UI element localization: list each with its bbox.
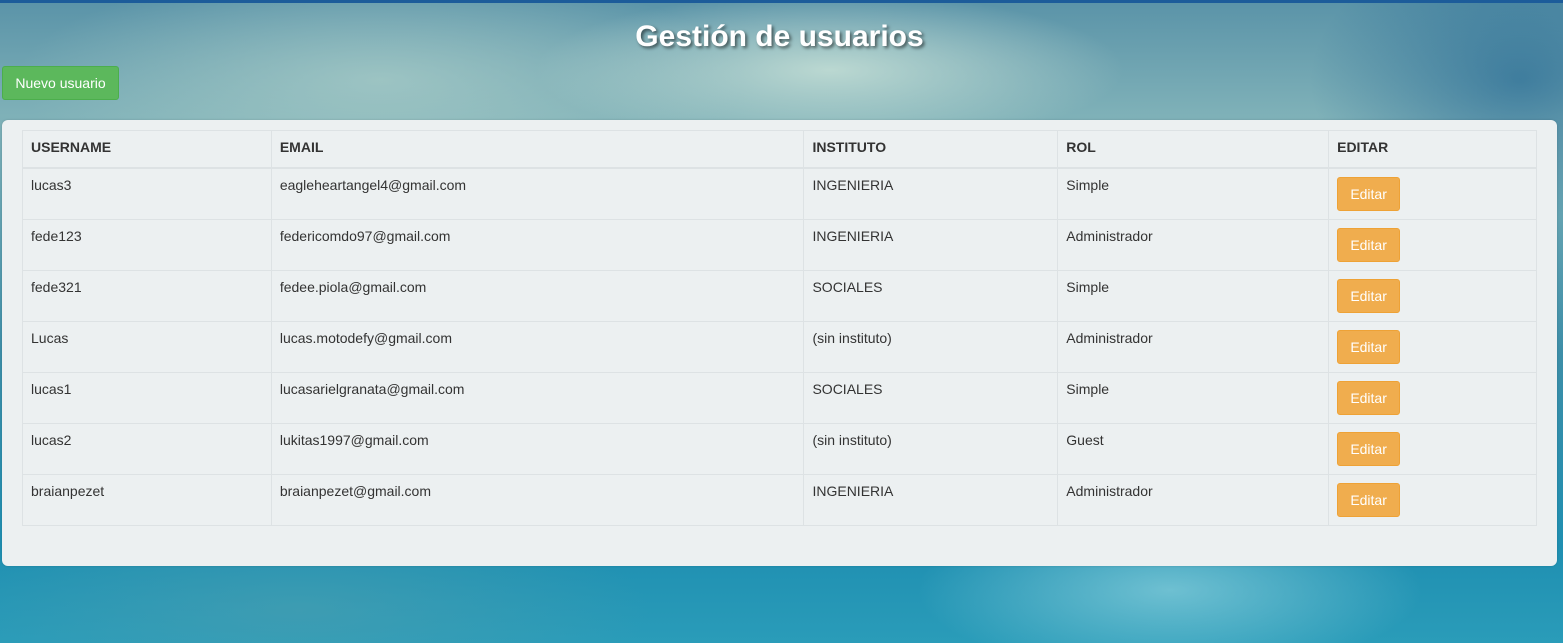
cell-editar: Editar — [1328, 321, 1537, 373]
table-row: fede123 federicomdo97@gmail.com INGENIER… — [22, 219, 1537, 271]
cell-email: fedee.piola@gmail.com — [270, 270, 805, 322]
cell-email: braianpezet@gmail.com — [270, 474, 805, 526]
cell-rol: Simple — [1057, 372, 1330, 424]
column-header-username: USERNAME — [22, 130, 272, 169]
cell-rol: Guest — [1057, 423, 1330, 475]
table-row: fede321 fedee.piola@gmail.com SOCIALES S… — [22, 270, 1537, 322]
cell-editar: Editar — [1328, 219, 1537, 271]
users-table-body: lucas3 eagleheartangel4@gmail.com INGENI… — [22, 167, 1537, 526]
users-table: USERNAME EMAIL INSTITUTO ROL EDITAR luca… — [22, 130, 1537, 526]
column-header-editar: EDITAR — [1328, 130, 1537, 169]
cell-rol: Simple — [1057, 167, 1330, 220]
cell-email: lucas.motodefy@gmail.com — [270, 321, 805, 373]
top-border-strip — [0, 0, 1563, 3]
cell-email: eagleheartangel4@gmail.com — [270, 167, 805, 220]
edit-button[interactable]: Editar — [1337, 228, 1401, 262]
edit-button[interactable]: Editar — [1337, 279, 1401, 313]
cell-username: braianpezet — [22, 474, 272, 526]
cell-editar: Editar — [1328, 372, 1537, 424]
cell-username: lucas2 — [22, 423, 272, 475]
edit-button[interactable]: Editar — [1337, 381, 1401, 415]
cell-editar: Editar — [1328, 423, 1537, 475]
cell-rol: Administrador — [1057, 219, 1330, 271]
cell-username: Lucas — [22, 321, 272, 373]
cell-instituto: SOCIALES — [803, 372, 1059, 424]
cell-instituto: (sin instituto) — [803, 423, 1059, 475]
cell-instituto: INGENIERIA — [803, 167, 1059, 220]
edit-button[interactable]: Editar — [1337, 432, 1401, 466]
cell-rol: Simple — [1057, 270, 1330, 322]
cell-rol: Administrador — [1057, 321, 1330, 373]
header-row: USERNAME EMAIL INSTITUTO ROL EDITAR — [22, 130, 1537, 169]
cell-editar: Editar — [1328, 167, 1537, 220]
cell-instituto: INGENIERIA — [803, 474, 1059, 526]
column-header-rol: ROL — [1057, 130, 1330, 169]
edit-button[interactable]: Editar — [1337, 483, 1401, 517]
cell-username: lucas1 — [22, 372, 272, 424]
table-row: lucas3 eagleheartangel4@gmail.com INGENI… — [22, 167, 1537, 220]
cell-email: federicomdo97@gmail.com — [270, 219, 805, 271]
cell-email: lukitas1997@gmail.com — [270, 423, 805, 475]
users-table-header: USERNAME EMAIL INSTITUTO ROL EDITAR — [22, 130, 1537, 169]
edit-button[interactable]: Editar — [1337, 177, 1401, 211]
column-header-instituto: INSTITUTO — [803, 130, 1059, 169]
cell-username: fede123 — [22, 219, 272, 271]
new-user-button[interactable]: Nuevo usuario — [2, 66, 119, 100]
page-title: Gestión de usuarios — [635, 20, 924, 53]
cell-instituto: INGENIERIA — [803, 219, 1059, 271]
users-panel: USERNAME EMAIL INSTITUTO ROL EDITAR luca… — [2, 120, 1557, 566]
cell-instituto: (sin instituto) — [803, 321, 1059, 373]
edit-button[interactable]: Editar — [1337, 330, 1401, 364]
cell-instituto: SOCIALES — [803, 270, 1059, 322]
cell-editar: Editar — [1328, 474, 1537, 526]
cell-username: lucas3 — [22, 167, 272, 220]
table-row: lucas2 lukitas1997@gmail.com (sin instit… — [22, 423, 1537, 475]
cell-username: fede321 — [22, 270, 272, 322]
table-row: Lucas lucas.motodefy@gmail.com (sin inst… — [22, 321, 1537, 373]
table-row: braianpezet braianpezet@gmail.com INGENI… — [22, 474, 1537, 526]
cell-rol: Administrador — [1057, 474, 1330, 526]
cell-editar: Editar — [1328, 270, 1537, 322]
table-row: lucas1 lucasarielgranata@gmail.com SOCIA… — [22, 372, 1537, 424]
column-header-email: EMAIL — [270, 130, 805, 169]
cell-email: lucasarielgranata@gmail.com — [270, 372, 805, 424]
